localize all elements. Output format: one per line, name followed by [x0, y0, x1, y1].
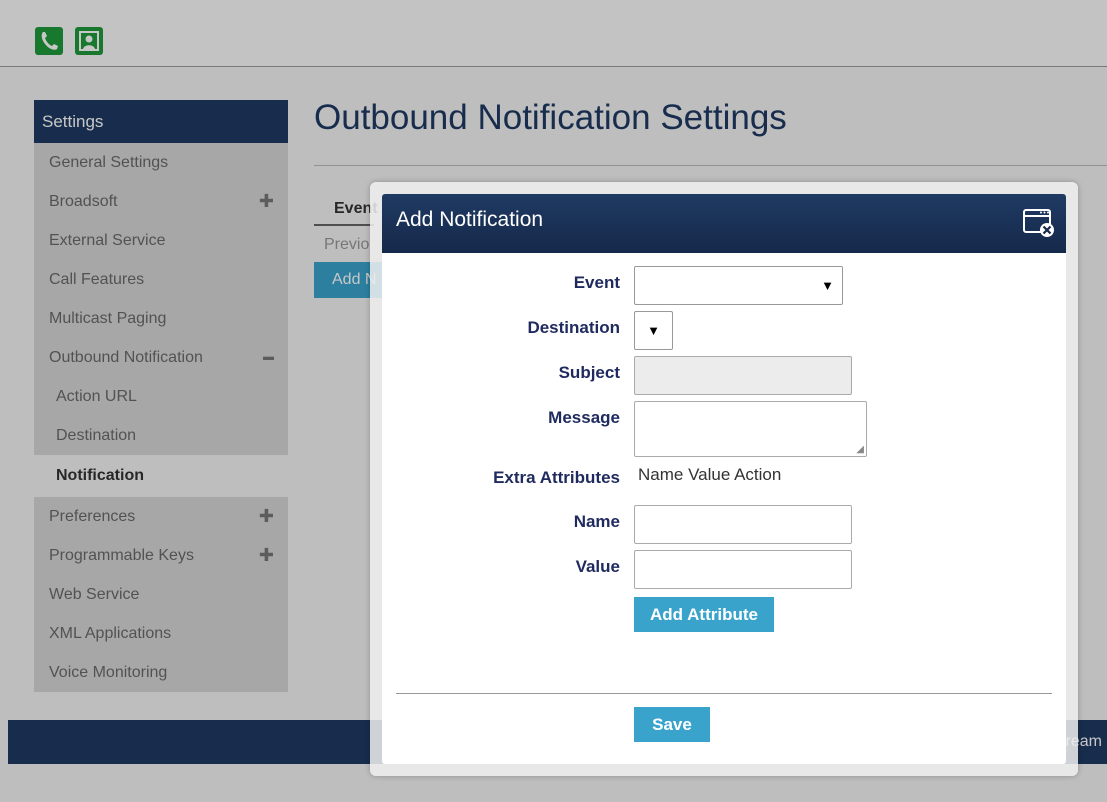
add-attribute-button[interactable]: Add Attribute	[634, 597, 774, 632]
extra-attributes-label: Extra Attributes	[493, 468, 620, 487]
name-label: Name	[573, 512, 620, 531]
value-label: Value	[575, 557, 620, 576]
dialog-header: Add Notification	[382, 194, 1066, 253]
dropdown-arrow-icon: ▼	[647, 323, 660, 338]
event-select[interactable]: ▼	[634, 266, 843, 305]
destination-label: Destination	[527, 318, 620, 337]
message-textarea[interactable]: ◢	[634, 401, 867, 457]
event-label: Event	[573, 273, 620, 292]
name-input[interactable]	[634, 505, 852, 544]
attributes-table-header: Name Value Action	[638, 465, 782, 484]
dialog-title: Add Notification	[396, 208, 544, 231]
destination-select[interactable]: ▼	[634, 311, 673, 350]
save-button[interactable]: Save	[634, 707, 710, 742]
message-label: Message	[548, 408, 620, 427]
dialog-divider	[396, 693, 1052, 694]
subject-input[interactable]	[634, 356, 852, 395]
close-window-icon[interactable]	[1022, 206, 1056, 240]
value-input[interactable]	[634, 550, 852, 589]
dropdown-arrow-icon: ▼	[821, 278, 834, 293]
add-notification-dialog: Add Notification Event ▼ Destination ▼ S…	[382, 194, 1066, 764]
resize-handle-icon[interactable]: ◢	[856, 444, 864, 455]
subject-label: Subject	[558, 363, 620, 382]
